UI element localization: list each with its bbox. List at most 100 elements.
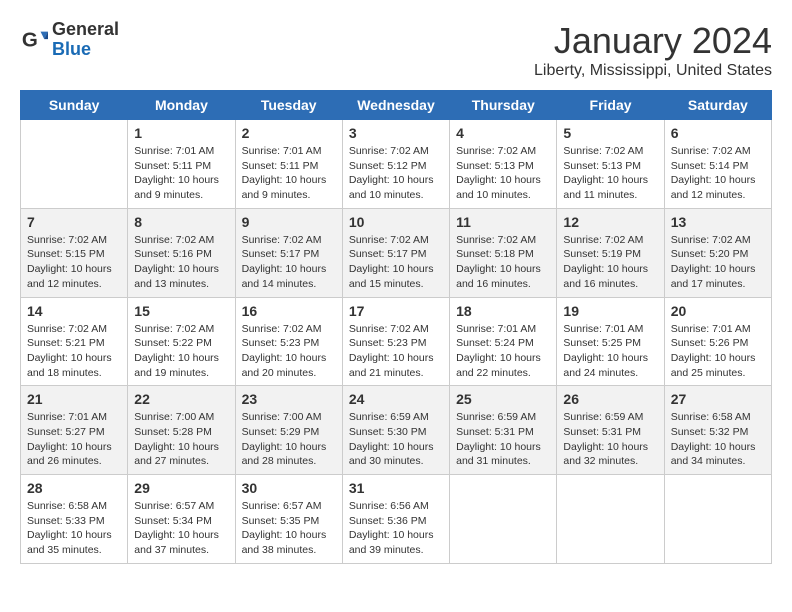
calendar-cell: 6 Sunrise: 7:02 AMSunset: 5:14 PMDaylight… [664, 120, 771, 209]
day-info: Sunrise: 7:02 AMSunset: 5:18 PMDaylight:… [456, 233, 550, 292]
day-info: Sunrise: 6:59 AMSunset: 5:31 PMDaylight:… [563, 410, 657, 469]
calendar-cell: 13Sunrise: 7:02 AMSunset: 5:20 PMDayligh… [664, 208, 771, 297]
day-info: Sunrise: 7:02 AMSunset: 5:14 PMDaylight:… [671, 144, 765, 203]
day-info: Sunrise: 7:00 AMSunset: 5:28 PMDaylight:… [134, 410, 228, 469]
calendar-cell: 8Sunrise: 7:02 AMSunset: 5:16 PMDaylight… [128, 208, 235, 297]
day-info: Sunrise: 7:02 AMSunset: 5:23 PMDaylight:… [349, 322, 443, 381]
logo-general: General [52, 20, 119, 40]
day-number: 18 [456, 303, 550, 319]
day-number: 7 [27, 214, 121, 230]
location-title: Liberty, Mississippi, United States [534, 62, 772, 80]
day-header-wednesday: Wednesday [342, 91, 449, 120]
day-info: Sunrise: 7:02 AMSunset: 5:19 PMDaylight:… [563, 233, 657, 292]
calendar-cell: 20 Sunrise: 7:01 AMSunset: 5:26 PMDayligh… [664, 297, 771, 386]
calendar-cell: 28 Sunrise: 6:58 AMSunset: 5:33 PMDayligh… [21, 475, 128, 564]
logo-icon: G [20, 26, 48, 54]
calendar-cell [664, 475, 771, 564]
day-number: 4 [456, 125, 550, 141]
calendar-week-row: 21 Sunrise: 7:01 AMSunset: 5:27 PMDayligh… [21, 386, 772, 475]
logo-text: General Blue [52, 20, 119, 60]
day-number: 20 [671, 303, 765, 319]
calendar-cell: 18 Sunrise: 7:01 AMSunset: 5:24 PMDayligh… [450, 297, 557, 386]
day-info: Sunrise: 6:58 AMSunset: 5:33 PMDaylight:… [27, 499, 121, 558]
calendar-cell: 12 Sunrise: 7:02 AMSunset: 5:19 PMDayligh… [557, 208, 664, 297]
day-info: Sunrise: 7:01 AMSunset: 5:24 PMDaylight:… [456, 322, 550, 381]
calendar-cell: 23Sunrise: 7:00 AMSunset: 5:29 PMDayligh… [235, 386, 342, 475]
day-number: 29 [134, 480, 228, 496]
day-header-sunday: Sunday [21, 91, 128, 120]
day-number: 26 [563, 391, 657, 407]
calendar-cell: 4 Sunrise: 7:02 AMSunset: 5:13 PMDaylight… [450, 120, 557, 209]
day-header-tuesday: Tuesday [235, 91, 342, 120]
day-number: 3 [349, 125, 443, 141]
calendar-cell: 27 Sunrise: 6:58 AMSunset: 5:32 PMDayligh… [664, 386, 771, 475]
day-number: 2 [242, 125, 336, 141]
day-info: Sunrise: 7:01 AMSunset: 5:25 PMDaylight:… [563, 322, 657, 381]
day-number: 10 [349, 214, 443, 230]
calendar-cell: 11 Sunrise: 7:02 AMSunset: 5:18 PMDayligh… [450, 208, 557, 297]
day-info: Sunrise: 7:02 AMSunset: 5:17 PMDaylight:… [242, 233, 336, 292]
calendar-cell: 22 Sunrise: 7:00 AMSunset: 5:28 PMDayligh… [128, 386, 235, 475]
day-info: Sunrise: 7:01 AMSunset: 5:11 PMDaylight:… [134, 144, 228, 203]
day-number: 6 [671, 125, 765, 141]
day-number: 21 [27, 391, 121, 407]
logo: G General Blue [20, 20, 119, 60]
calendar-cell: 2 Sunrise: 7:01 AMSunset: 5:11 PMDaylight… [235, 120, 342, 209]
calendar-header-row: SundayMondayTuesdayWednesdayThursdayFrid… [21, 91, 772, 120]
calendar-cell: 1 Sunrise: 7:01 AMSunset: 5:11 PMDaylight… [128, 120, 235, 209]
calendar-cell [557, 475, 664, 564]
day-info: Sunrise: 6:58 AMSunset: 5:32 PMDaylight:… [671, 410, 765, 469]
day-info: Sunrise: 7:01 AMSunset: 5:26 PMDaylight:… [671, 322, 765, 381]
day-number: 5 [563, 125, 657, 141]
day-header-thursday: Thursday [450, 91, 557, 120]
calendar-table: SundayMondayTuesdayWednesdayThursdayFrid… [20, 90, 772, 564]
day-number: 31 [349, 480, 443, 496]
calendar-cell: 9 Sunrise: 7:02 AMSunset: 5:17 PMDaylight… [235, 208, 342, 297]
day-number: 28 [27, 480, 121, 496]
day-info: Sunrise: 7:02 AMSunset: 5:13 PMDaylight:… [456, 144, 550, 203]
day-number: 1 [134, 125, 228, 141]
calendar-cell: 21 Sunrise: 7:01 AMSunset: 5:27 PMDayligh… [21, 386, 128, 475]
day-header-friday: Friday [557, 91, 664, 120]
day-info: Sunrise: 7:01 AMSunset: 5:11 PMDaylight:… [242, 144, 336, 203]
day-number: 8 [134, 214, 228, 230]
day-info: Sunrise: 7:02 AMSunset: 5:15 PMDaylight:… [27, 233, 121, 292]
day-info: Sunrise: 7:02 AMSunset: 5:12 PMDaylight:… [349, 144, 443, 203]
day-info: Sunrise: 7:02 AMSunset: 5:21 PMDaylight:… [27, 322, 121, 381]
calendar-cell: 30Sunrise: 6:57 AMSunset: 5:35 PMDayligh… [235, 475, 342, 564]
day-number: 25 [456, 391, 550, 407]
calendar-week-row: 28 Sunrise: 6:58 AMSunset: 5:33 PMDayligh… [21, 475, 772, 564]
calendar-week-row: 14 Sunrise: 7:02 AMSunset: 5:21 PMDayligh… [21, 297, 772, 386]
month-title: January 2024 [534, 20, 772, 62]
day-number: 24 [349, 391, 443, 407]
calendar-cell [21, 120, 128, 209]
day-header-saturday: Saturday [664, 91, 771, 120]
day-info: Sunrise: 7:02 AMSunset: 5:20 PMDaylight:… [671, 233, 765, 292]
day-info: Sunrise: 7:02 AMSunset: 5:13 PMDaylight:… [563, 144, 657, 203]
day-info: Sunrise: 6:59 AMSunset: 5:31 PMDaylight:… [456, 410, 550, 469]
day-number: 9 [242, 214, 336, 230]
calendar-cell: 25 Sunrise: 6:59 AMSunset: 5:31 PMDayligh… [450, 386, 557, 475]
calendar-week-row: 7 Sunrise: 7:02 AMSunset: 5:15 PMDaylight… [21, 208, 772, 297]
day-number: 14 [27, 303, 121, 319]
calendar-cell: 29 Sunrise: 6:57 AMSunset: 5:34 PMDayligh… [128, 475, 235, 564]
day-number: 16 [242, 303, 336, 319]
title-block: January 2024 Liberty, Mississippi, Unite… [534, 20, 772, 80]
day-info: Sunrise: 7:00 AMSunset: 5:29 PMDaylight:… [242, 410, 336, 469]
calendar-cell: 26 Sunrise: 6:59 AMSunset: 5:31 PMDayligh… [557, 386, 664, 475]
day-number: 12 [563, 214, 657, 230]
day-number: 15 [134, 303, 228, 319]
day-number: 11 [456, 214, 550, 230]
day-info: Sunrise: 6:57 AMSunset: 5:34 PMDaylight:… [134, 499, 228, 558]
day-info: Sunrise: 7:01 AMSunset: 5:27 PMDaylight:… [27, 410, 121, 469]
logo-blue: Blue [52, 40, 119, 60]
calendar-week-row: 1 Sunrise: 7:01 AMSunset: 5:11 PMDaylight… [21, 120, 772, 209]
day-number: 22 [134, 391, 228, 407]
day-info: Sunrise: 7:02 AMSunset: 5:22 PMDaylight:… [134, 322, 228, 381]
day-info: Sunrise: 6:57 AMSunset: 5:35 PMDaylight:… [242, 499, 336, 558]
day-info: Sunrise: 7:02 AMSunset: 5:17 PMDaylight:… [349, 233, 443, 292]
calendar-cell: 16Sunrise: 7:02 AMSunset: 5:23 PMDayligh… [235, 297, 342, 386]
day-number: 27 [671, 391, 765, 407]
calendar-cell: 7 Sunrise: 7:02 AMSunset: 5:15 PMDaylight… [21, 208, 128, 297]
calendar-cell: 15 Sunrise: 7:02 AMSunset: 5:22 PMDayligh… [128, 297, 235, 386]
